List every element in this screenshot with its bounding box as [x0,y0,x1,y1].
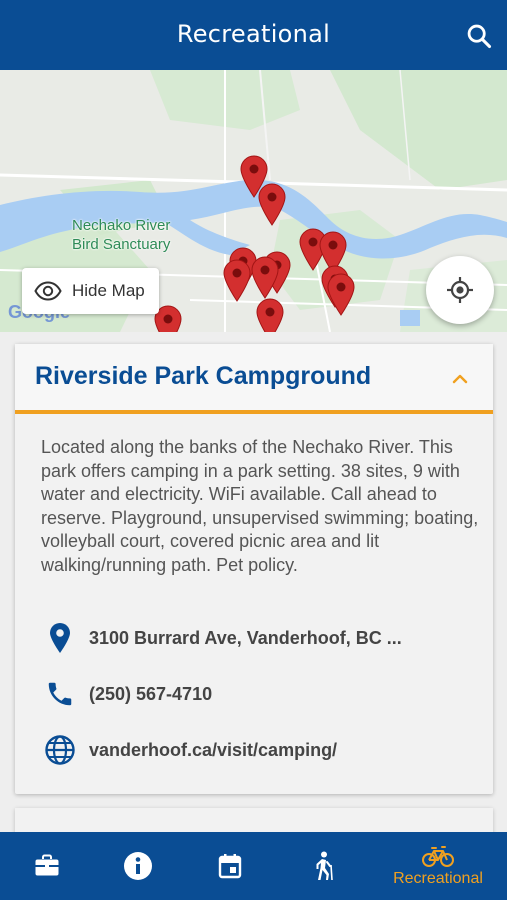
address-row[interactable]: 3100 Burrard Ave, Vanderhoof, BC ... [43,618,402,658]
hide-map-label: Hide Map [72,281,145,300]
phone-text: (250) 567-4710 [89,683,213,704]
listing-description: Located along the banks of the Nechako R… [41,437,479,575]
info-icon [124,852,152,880]
map-pin[interactable] [257,182,287,226]
phone-icon [43,677,77,711]
map-view[interactable]: Nechako River Bird Sanctuary Google Hide… [0,70,507,332]
listing-card: Riverside Park Campground Located along … [15,344,493,794]
app-header: Recreational [0,0,507,70]
chevron-up-icon[interactable] [449,368,471,390]
map-pin[interactable] [326,272,356,316]
location-pin-icon [43,621,77,655]
crosshair-icon [447,277,473,303]
map-area-label-line1: Nechako River [72,217,171,234]
phone-row[interactable]: (250) 567-4710 [43,674,212,714]
map-pin[interactable] [222,258,252,302]
hiker-icon [316,851,333,881]
address-text: 3100 Burrard Ave, Vanderhoof, BC ... [89,627,402,648]
bottom-tab-bar: Recreational [0,832,507,900]
tab-recreational-label: Recreational [393,870,483,887]
calendar-icon [218,854,242,879]
tab-events[interactable] [200,832,260,900]
page-title: Recreational [176,20,331,48]
bicycle-icon [422,846,454,867]
map-pin[interactable] [255,297,285,332]
search-icon[interactable] [465,22,493,50]
website-row[interactable]: vanderhoof.ca/visit/camping/ [43,730,337,770]
hide-map-button[interactable]: Hide Map [22,268,159,314]
tab-trails[interactable] [293,832,353,900]
map-area-label: Nechako River Bird Sanctuary [72,216,170,254]
tab-info[interactable] [108,832,168,900]
tab-recreational[interactable]: Recreational [383,832,493,900]
map-area-label-line2: Bird Sanctuary [72,236,171,253]
globe-icon [43,733,77,767]
locate-button[interactable] [426,256,494,324]
briefcase-icon [35,854,59,876]
website-link[interactable]: vanderhoof.ca/visit/camping/ [89,740,337,761]
tab-business[interactable] [17,832,77,900]
map-pin[interactable] [250,255,280,299]
listing-card-header[interactable]: Riverside Park Campground [15,344,493,414]
listing-title: Riverside Park Campground [35,362,372,390]
eye-icon [34,281,62,301]
